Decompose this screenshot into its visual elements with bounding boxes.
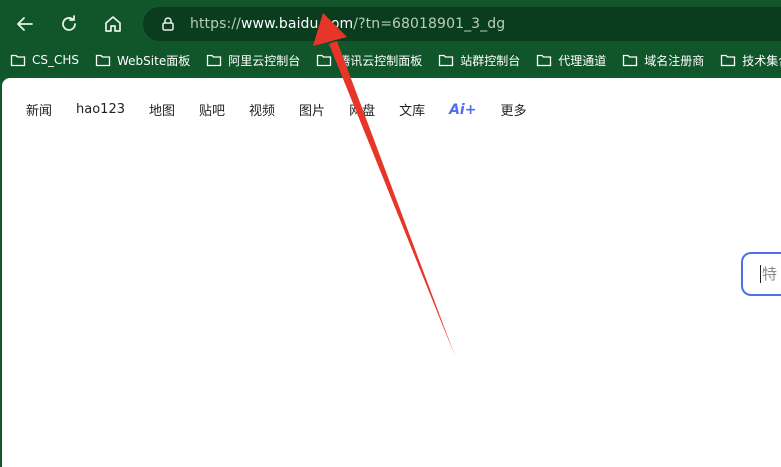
bookmark-label: CS_CHS	[32, 53, 80, 67]
folder-icon	[439, 54, 454, 67]
bookmark-folder[interactable]: CS_CHS	[10, 53, 79, 67]
nav-hao123[interactable]: hao123	[76, 102, 125, 117]
nav-video[interactable]: 视频	[249, 100, 275, 119]
address-bar[interactable]: https://www.baidu.com/?tn=68018901_3_dg	[143, 7, 781, 41]
arrow-left-icon	[17, 17, 33, 31]
search-input[interactable]	[761, 265, 781, 283]
browser-toolbar: https://www.baidu.com/?tn=68018901_3_dg	[0, 0, 781, 46]
home-button[interactable]	[97, 8, 129, 40]
search-box[interactable]	[741, 252, 781, 296]
nav-images[interactable]: 图片	[299, 100, 325, 119]
folder-icon	[317, 54, 332, 67]
nav-wenku[interactable]: 文库	[399, 100, 425, 119]
bookmark-folder[interactable]: WebSite面板	[95, 52, 190, 69]
bookmark-label: 阿里云控制台	[228, 53, 301, 68]
lock-icon	[162, 17, 174, 31]
nav-more[interactable]: 更多	[500, 100, 526, 119]
page-content: 新闻 hao123 地图 贴吧 视频 图片 网盘 文库 Ai+ 更多	[2, 78, 781, 467]
bookmark-label: WebSite面板	[117, 53, 191, 68]
url-host: www.baidu.com	[240, 16, 354, 32]
refresh-icon	[62, 15, 76, 31]
bookmark-label: 代理通道	[558, 53, 607, 68]
folder-icon	[10, 54, 26, 67]
nav-map[interactable]: 地图	[149, 100, 175, 119]
folder-icon	[537, 54, 552, 67]
refresh-button[interactable]	[53, 8, 85, 40]
folder-icon	[207, 54, 222, 67]
folder-icon	[623, 54, 638, 67]
url-scheme: https://	[190, 16, 241, 32]
folder-icon	[95, 54, 111, 67]
url-text[interactable]: https://www.baidu.com/?tn=68018901_3_dg	[190, 16, 505, 32]
nav-tieba[interactable]: 贴吧	[199, 100, 225, 119]
url-path: /?tn=68018901_3_dg	[353, 16, 506, 32]
bookmark-folder[interactable]: 站群控制台	[438, 52, 520, 69]
folder-icon	[721, 54, 736, 67]
top-nav: 新闻 hao123 地图 贴吧 视频 图片 网盘 文库 Ai+ 更多	[26, 100, 550, 120]
nav-netdisk[interactable]: 网盘	[349, 100, 375, 119]
bookmark-folder[interactable]: 阿里云控制台	[206, 52, 300, 69]
back-button[interactable]	[9, 8, 41, 40]
bookmark-label: 域名注册商	[644, 53, 705, 68]
bookmark-label: 技术集合	[742, 53, 781, 68]
nav-news[interactable]: 新闻	[26, 100, 52, 119]
bookmark-label: 站群控制台	[460, 53, 521, 68]
home-icon	[105, 16, 121, 32]
bookmark-folder[interactable]: 域名注册商	[622, 52, 704, 69]
bookmark-folder[interactable]: 技术集合	[720, 52, 781, 69]
bookmark-folder[interactable]: 腾讯云控制面板	[316, 52, 422, 69]
bookmark-label: 腾讯云控制面板	[338, 53, 423, 68]
bookmark-folder[interactable]: 代理通道	[536, 52, 606, 69]
ai-link[interactable]: Ai+	[449, 102, 476, 118]
bookmarks-bar: CS_CHS WebSite面板 阿里云控制台 腾讯云控制面板 站群控制台 代理…	[0, 46, 781, 74]
